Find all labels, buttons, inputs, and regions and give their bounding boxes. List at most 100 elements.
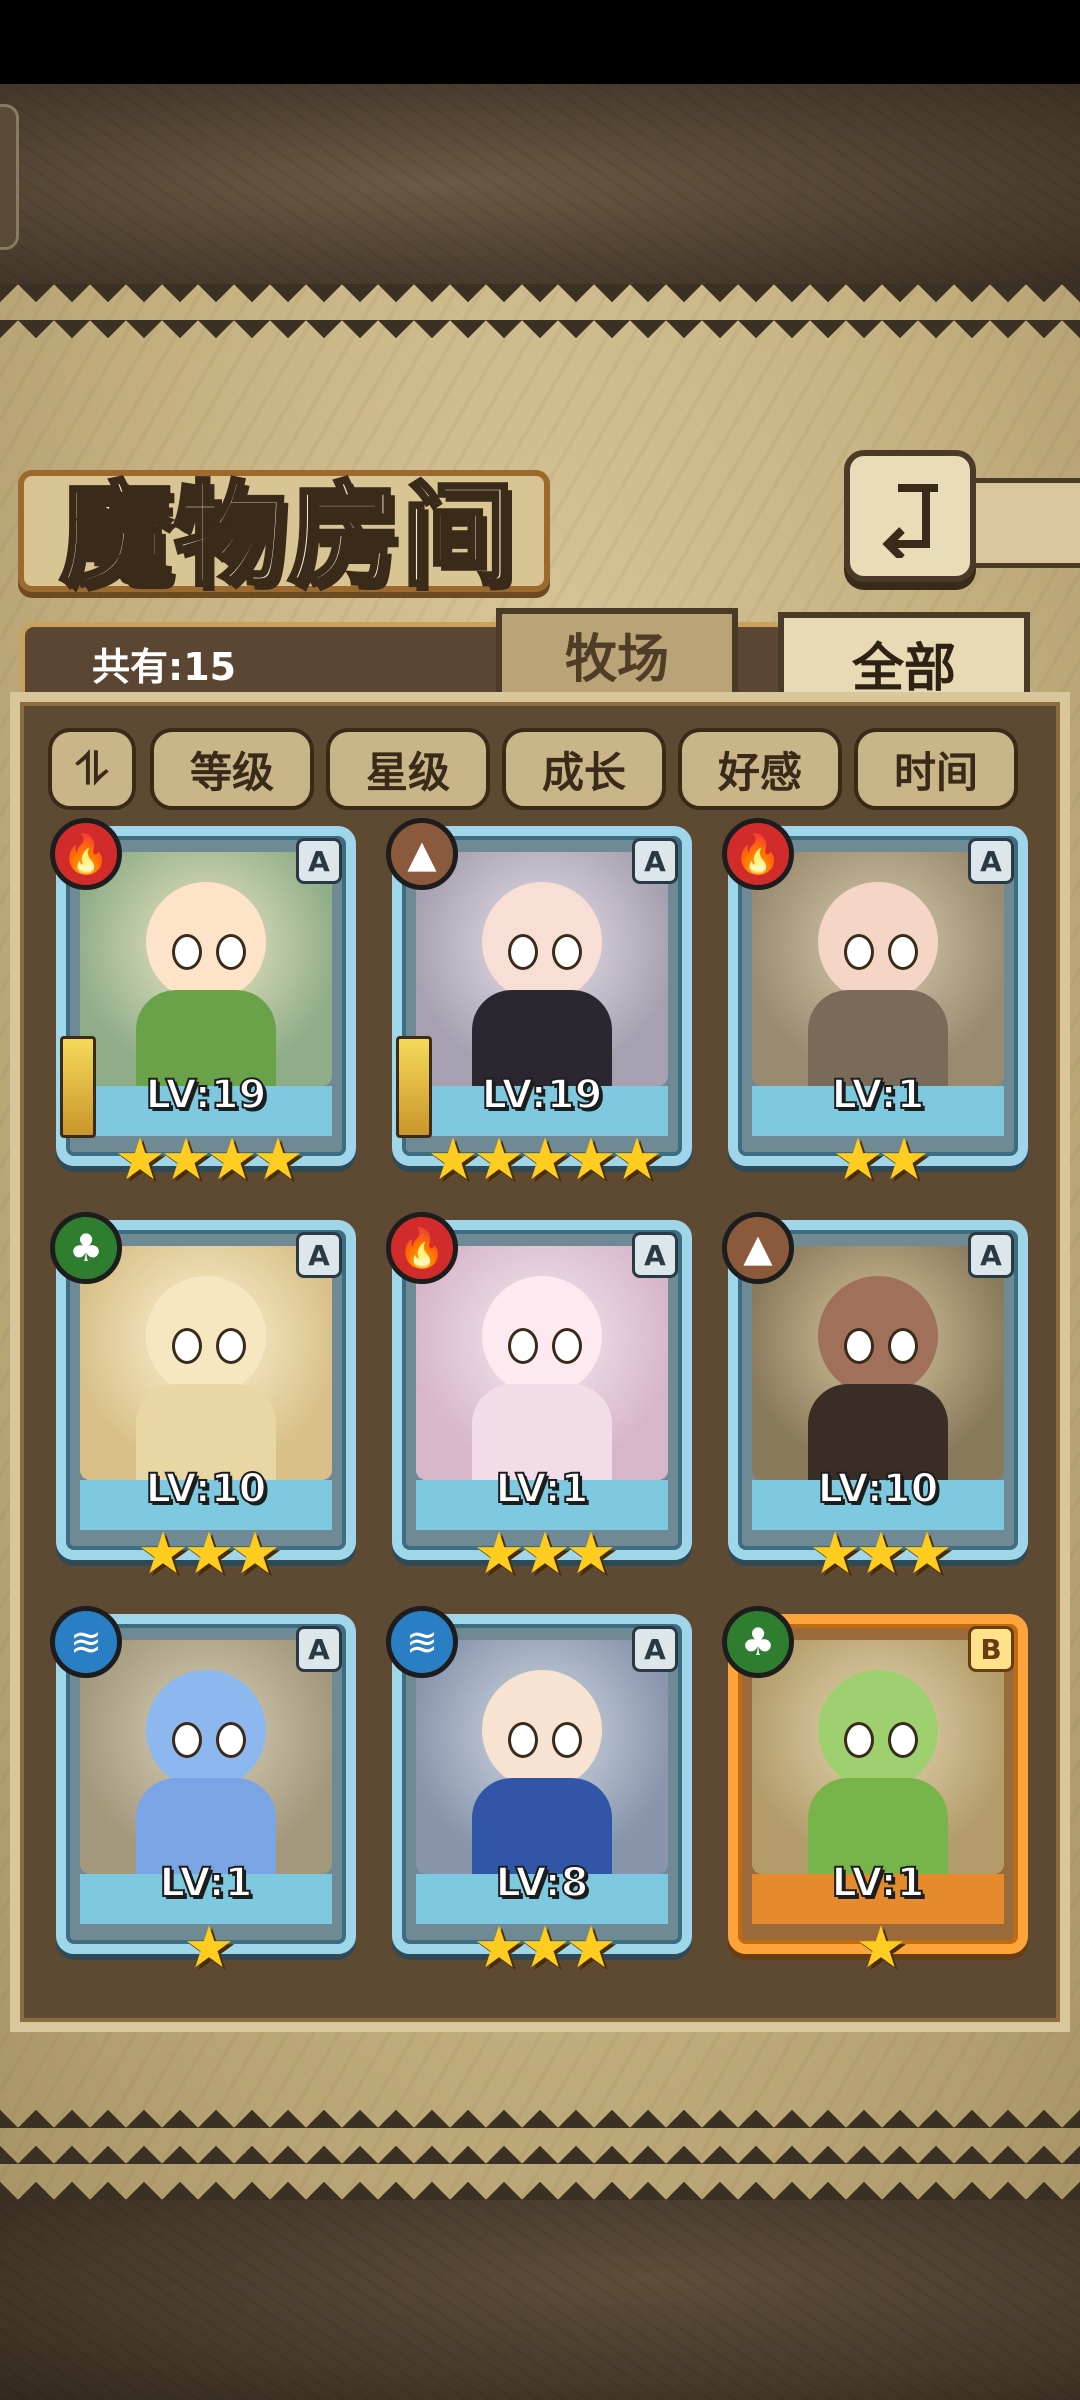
monster-level: LV:1 [831,1859,926,1907]
portrait-eye [552,1722,582,1758]
portrait-head [146,882,266,1002]
portrait-eye [216,1328,246,1364]
monster-portrait [416,1246,668,1480]
star-rating: ★★★ [809,1519,953,1587]
portrait-eye [508,1328,538,1364]
portrait-head [482,882,602,1002]
star-rating: ★★★ [473,1519,617,1587]
monster-card[interactable]: LV:10 A ♣ ★★★ [50,1212,356,1587]
monster-level: LV:1 [159,1859,254,1907]
panel-edge-bottom [0,2110,1080,2200]
grade-badge: B [968,1626,1014,1672]
fire-icon: 🔥 [386,1212,458,1284]
sword-icon [396,1036,432,1138]
water-icon: ≋ [50,1606,122,1678]
grade-badge: A [296,838,342,884]
star-rating: ★★★★ [114,1125,304,1193]
portrait-eye [844,934,874,970]
portrait-head [146,1670,266,1790]
grade-badge: A [632,838,678,884]
portrait-head [482,1670,602,1790]
portrait-eye [172,1722,202,1758]
monster-portrait [752,852,1004,1086]
grass-icon: ♣ [722,1606,794,1678]
monster-level: LV:19 [481,1071,604,1119]
portrait-head [818,1276,938,1396]
portrait-eye [172,934,202,970]
monster-card[interactable]: LV:19 A 🔥 ★★★★ [50,818,356,1193]
portrait-eye [888,1722,918,1758]
monster-card[interactable]: LV:1 B ♣ ★ [722,1606,1028,1976]
sort-time-button[interactable]: 时间 [854,728,1018,810]
earth-icon: ▲ [386,818,458,890]
page-title: 魔物房间 [58,468,516,603]
monster-portrait [752,1640,1004,1874]
status-bar [0,0,1080,84]
portrait-eye [844,1722,874,1758]
grade-badge: A [296,1626,342,1672]
monster-level: LV:8 [495,1859,590,1907]
map-background-top [0,84,1080,284]
monster-card[interactable]: LV:10 A ▲ ★★★ [722,1212,1028,1587]
star-rating: ★ [183,1913,235,1981]
portrait-eye [216,1722,246,1758]
monster-portrait [80,1246,332,1480]
monster-card[interactable]: LV:1 A 🔥 ★★★ [386,1212,692,1587]
portrait-eye [888,1328,918,1364]
water-icon: ≋ [386,1606,458,1678]
portrait-eye [216,934,246,970]
monster-level: LV:19 [145,1071,268,1119]
monster-portrait [80,1640,332,1874]
monster-level: LV:10 [145,1465,268,1513]
return-arrow-icon [882,484,938,558]
sword-icon [60,1036,96,1138]
back-button-tail [960,478,1080,568]
sort-growth-button[interactable]: 成长 [502,728,666,810]
grade-badge: A [632,1626,678,1672]
sort-level-button[interactable]: 等级 [150,728,314,810]
sort-order-toggle-button[interactable]: ⥮ [48,728,136,810]
monster-level: LV:1 [495,1465,590,1513]
monster-card[interactable]: LV:19 A ▲ ★★★★★ [386,818,692,1193]
monster-level: LV:10 [817,1465,940,1513]
grade-badge: A [296,1232,342,1278]
monster-portrait [416,1640,668,1874]
monster-card[interactable]: LV:1 A 🔥 ★★ [722,818,1028,1193]
portrait-eye [508,934,538,970]
monster-portrait [752,1246,1004,1480]
sort-star-button[interactable]: 星级 [326,728,490,810]
grass-icon: ♣ [50,1212,122,1284]
star-rating: ★★ [832,1125,930,1193]
earth-icon: ▲ [722,1212,794,1284]
grade-badge: A [632,1232,678,1278]
panel-edge-top [0,284,1080,344]
sort-affection-button[interactable]: 好感 [678,728,842,810]
portrait-eye [888,934,918,970]
side-drawer-handle[interactable] [0,104,19,250]
map-background-bottom [0,2200,1080,2400]
portrait-eye [172,1328,202,1364]
portrait-eye [552,1328,582,1364]
fire-icon: 🔥 [722,818,794,890]
fire-icon: 🔥 [50,818,122,890]
portrait-head [818,882,938,1002]
monster-portrait [416,852,668,1086]
monster-count: 共有:15 [92,645,237,689]
monster-portrait [80,852,332,1086]
portrait-eye [552,934,582,970]
portrait-head [482,1276,602,1396]
star-rating: ★★★ [473,1913,617,1981]
tab-ranch[interactable]: 牧场 [496,608,738,700]
star-rating: ★★★★★ [427,1125,663,1193]
portrait-eye [508,1722,538,1758]
portrait-head [146,1276,266,1396]
monster-level: LV:1 [831,1071,926,1119]
grade-badge: A [968,1232,1014,1278]
back-button[interactable] [844,450,976,582]
monster-card[interactable]: LV:8 A ≋ ★★★ [386,1606,692,1981]
portrait-head [818,1670,938,1790]
monster-card[interactable]: LV:1 A ≋ ★ [50,1606,356,1981]
star-rating: ★★★ [137,1519,281,1587]
sort-order-icon: ⥮ [76,743,108,795]
grade-badge: A [968,838,1014,884]
